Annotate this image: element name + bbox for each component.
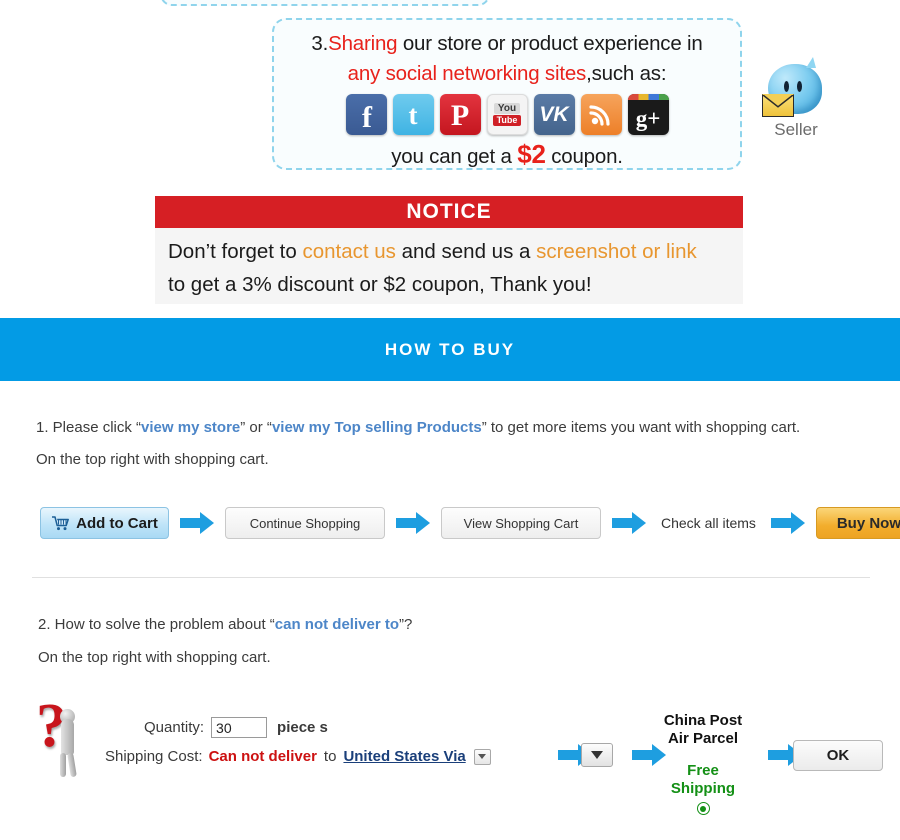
google-color-bar — [627, 94, 669, 100]
step1-line1-c: ” to get more items you want with shoppi… — [481, 419, 801, 436]
speech-tail — [806, 57, 816, 68]
radio-dot — [700, 805, 706, 812]
view-shopping-cart-label: View Shopping Cart — [463, 515, 579, 531]
promo-line-1: 3.Sharing our store or product experienc… — [274, 29, 740, 59]
promo-coupon-amount: $2 — [517, 139, 546, 169]
promo-line3-pre: you can get a — [391, 145, 518, 168]
pinterest-icon[interactable]: P — [439, 94, 481, 135]
envelope-icon — [762, 94, 794, 117]
section-divider — [32, 577, 870, 578]
rss-blog-icon[interactable] — [580, 94, 622, 135]
facebook-icon[interactable]: f — [345, 94, 387, 135]
promo-line3-post: coupon. — [545, 145, 623, 168]
quantity-label: Quantity: — [144, 719, 205, 736]
view-my-store-link[interactable]: view my store — [141, 419, 240, 436]
buy-now-button[interactable]: Buy Now — [815, 507, 900, 539]
avatar-eye-left — [784, 81, 789, 92]
to-word-label: to — [323, 748, 337, 765]
avatar-eye-right — [797, 81, 802, 92]
step2-line-2: On the top right with shopping cart. — [38, 649, 271, 666]
flow-arrow-2-icon — [396, 512, 430, 534]
question-mark-figure-icon: ? — [36, 695, 94, 783]
chevron-down-icon — [478, 754, 487, 759]
how-to-buy-banner: HOW TO BUY — [0, 318, 900, 381]
notice-title-bar: NOTICE — [155, 196, 743, 228]
step1-line1-a: 1. Please click “ — [36, 419, 142, 436]
promo-line1-rest: our store or product experience in — [397, 32, 703, 55]
quantity-unit-label: piece s — [277, 719, 328, 736]
vk-glyph: VK — [539, 102, 569, 126]
continue-shopping-label: Continue Shopping — [249, 515, 361, 531]
shipping-name-line-2: Air Parcel — [667, 730, 739, 747]
free-shipping-line-1: Free — [687, 762, 719, 779]
cannot-deliver-text: Can not deliver — [208, 748, 317, 765]
youtube-glyph-bottom: Tube — [492, 115, 522, 126]
shipping-name-line-1: China Post — [663, 712, 743, 729]
view-shopping-cart-button[interactable]: View Shopping Cart — [441, 507, 601, 539]
chevron-down-icon — [591, 751, 603, 759]
screenshot-or-link-text[interactable]: screenshot or link — [536, 240, 697, 263]
free-shipping-line-2: Shipping — [670, 780, 736, 797]
notice-line1-b: and send us a — [395, 240, 537, 263]
step2-line1-a: 2. How to solve the problem about “ — [38, 616, 275, 633]
flow-arrow-1-icon — [180, 512, 214, 534]
social-sharing-promo-box: 3.Sharing our store or product experienc… — [272, 18, 742, 170]
promo-social-sites-text: any social networking sites — [347, 62, 587, 85]
step2-line1-b: ”? — [399, 616, 413, 633]
step1-line1-b: ” or “ — [240, 419, 272, 436]
twitter-icon[interactable]: t — [392, 94, 434, 135]
facebook-glyph: f — [362, 100, 372, 134]
twitter-glyph: t — [408, 100, 418, 130]
quantity-row: Quantity: piece s — [105, 713, 491, 742]
promo-sharing-word: Sharing — [328, 32, 398, 55]
step1-line-1: 1. Please click “view my store” or “view… — [36, 419, 800, 436]
social-icons-row: f t P You Tube VK g+ — [274, 94, 740, 135]
promo-line-3: you can get a $2 coupon. — [274, 139, 740, 172]
contact-us-link[interactable]: contact us — [302, 240, 395, 263]
figure-body — [61, 719, 74, 755]
shopping-cart-icon — [51, 515, 70, 531]
youtube-glyph-top: You — [493, 103, 521, 114]
checkout-flow-row: Add to Cart Continue Shopping View Shopp… — [40, 503, 900, 543]
shipping-method-block: China Post Air Parcel Free Shipping — [645, 712, 761, 815]
notice-line-2: to get a 3% discount or $2 coupon, Thank… — [168, 273, 592, 296]
promo-line2-rest: ,such as: — [586, 62, 667, 85]
add-to-cart-label: Add to Cart — [76, 514, 158, 532]
check-all-items-label: Check all items — [661, 515, 756, 531]
continue-shopping-button[interactable]: Continue Shopping — [225, 507, 385, 539]
flow-arrow-3-icon — [612, 512, 646, 534]
seller-label: Seller — [774, 120, 818, 139]
notice-body: Don’t forget to contact us and send us a… — [155, 228, 743, 304]
step1-line-2: On the top right with shopping cart. — [36, 451, 269, 468]
buy-now-label: Buy Now — [836, 514, 900, 532]
vk-icon[interactable]: VK — [533, 94, 575, 135]
free-shipping-radio[interactable] — [696, 802, 710, 815]
shipping-method-dropdown-button[interactable] — [581, 743, 613, 767]
promo-line-2: any social networking sites,such as: — [274, 59, 740, 89]
can-not-deliver-to-link[interactable]: can not deliver to — [275, 616, 399, 633]
shipping-form: Quantity: piece s Shipping Cost: Can not… — [105, 713, 491, 771]
google-plus-glyph: g+ — [635, 105, 661, 131]
figure-leg-left — [60, 753, 66, 777]
promo-step-number: 3. — [311, 32, 329, 55]
quantity-input[interactable] — [211, 717, 268, 738]
destination-dropdown-button[interactable] — [473, 748, 491, 765]
previous-section-dashed-box — [160, 0, 490, 6]
shipping-cost-label: Shipping Cost: — [105, 748, 203, 765]
flow-arrow-4-icon — [770, 512, 805, 534]
youtube-icon[interactable]: You Tube — [486, 94, 528, 135]
notice-line-1: Don’t forget to contact us and send us a… — [168, 235, 743, 268]
seller-mascot: Seller — [758, 57, 834, 148]
ok-button[interactable]: OK — [793, 740, 883, 771]
google-plus-icon[interactable]: g+ — [627, 94, 669, 135]
add-to-cart-button[interactable]: Add to Cart — [40, 507, 169, 539]
figure-leg-right — [67, 752, 77, 778]
notice-block: NOTICE Don’t forget to contact us and se… — [155, 196, 743, 304]
destination-link[interactable]: United States Via — [343, 748, 465, 765]
notice-line1-a: Don’t forget to — [168, 240, 303, 263]
shipping-cost-row: Shipping Cost: Can not deliver to United… — [105, 742, 491, 771]
view-my-top-selling-products-link[interactable]: view my Top selling Products — [272, 419, 482, 436]
step2-line-1: 2. How to solve the problem about “can n… — [38, 616, 412, 633]
pinterest-glyph: P — [450, 98, 470, 132]
